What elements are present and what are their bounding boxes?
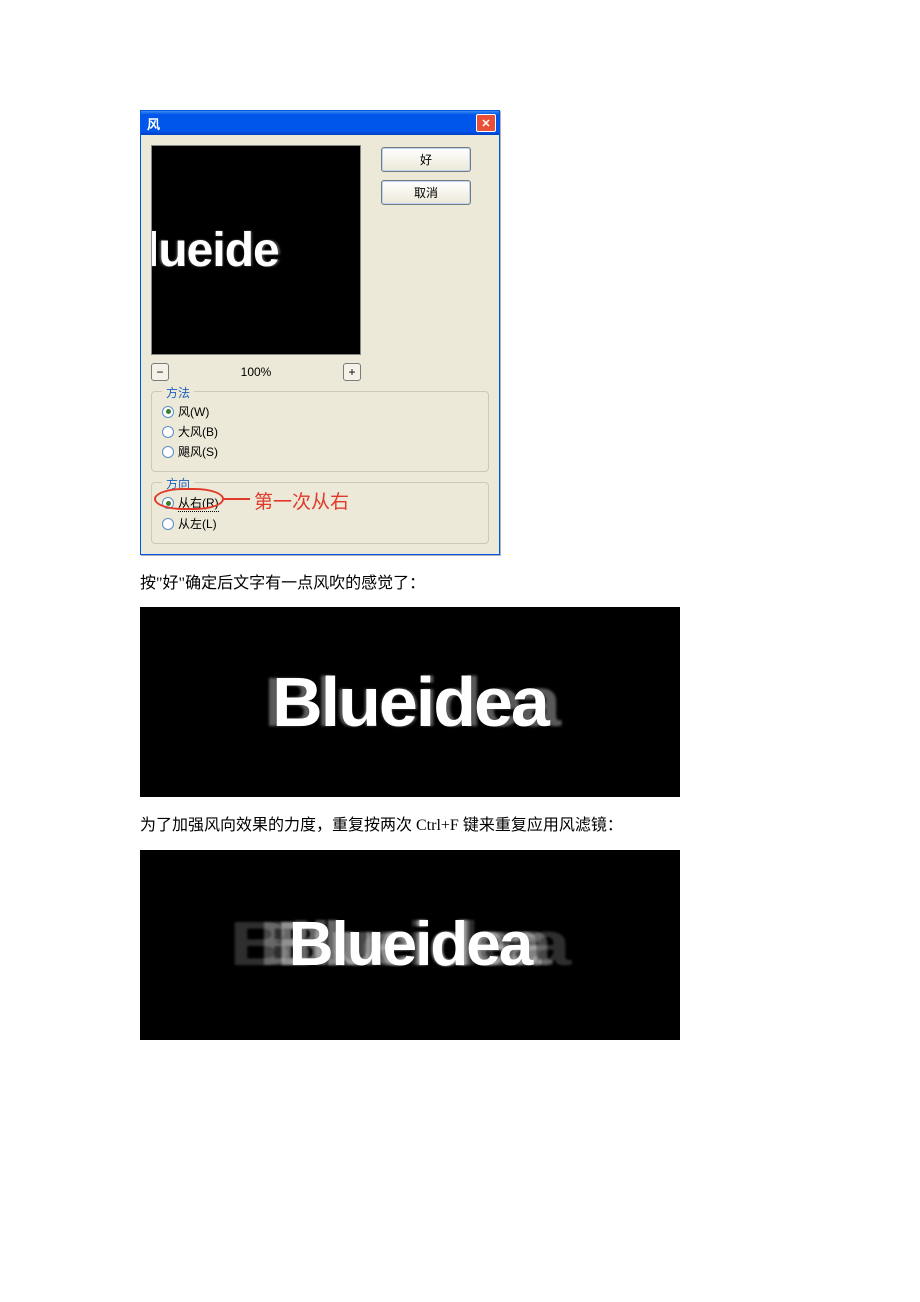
- zoom-in-button[interactable]: +: [343, 363, 361, 381]
- button-column: 好 取消: [381, 145, 489, 381]
- zoom-out-button[interactable]: −: [151, 363, 169, 381]
- result-text-2: Blueidea Blueidea Blueidea Blueidea: [289, 909, 531, 980]
- radio-blast[interactable]: 大风(B): [162, 423, 478, 440]
- zoom-controls: − 100% +: [151, 363, 361, 381]
- close-button[interactable]: ✕: [476, 114, 496, 132]
- radio-label: 大风(B): [178, 423, 218, 440]
- ok-button[interactable]: 好: [381, 147, 471, 172]
- result-image-2: Blueidea Blueidea Blueidea Blueidea: [140, 850, 680, 1040]
- dialog-body: lueide − 100% + 好 取消: [141, 135, 499, 391]
- radio-from-left[interactable]: 从左(L): [162, 515, 478, 532]
- radio-label: 飓风(S): [178, 443, 218, 460]
- direction-fieldset: 方向 从右(R) 从左(L) 第一次从右: [151, 482, 489, 544]
- radio-icon: [162, 518, 174, 530]
- radio-stagger[interactable]: 飓风(S): [162, 443, 478, 460]
- result-image-1: Blueidea: [140, 607, 680, 797]
- minus-icon: −: [156, 365, 163, 379]
- radio-wind[interactable]: 风(W): [162, 403, 478, 420]
- method-fieldset: 方法 风(W) 大风(B) 飓风(S): [151, 391, 489, 472]
- preview-column: lueide − 100% +: [151, 145, 371, 381]
- close-icon: ✕: [481, 117, 490, 130]
- wind-filter-dialog: 风 ✕ lueide − 100% + 好 取消 方法: [140, 110, 500, 555]
- radio-icon: [162, 446, 174, 458]
- preview-text: lueide: [151, 223, 279, 278]
- radio-from-right[interactable]: 从右(R): [162, 494, 478, 512]
- article-line-2: 为了加强风向效果的力度，重复按两次 Ctrl+F 键来重复应用风滤镜：: [140, 815, 780, 837]
- dialog-title: 风: [147, 114, 160, 133]
- plus-icon: +: [348, 365, 355, 379]
- method-legend: 方法: [162, 384, 194, 401]
- radio-label: 从右(R): [178, 494, 219, 512]
- radio-icon: [162, 406, 174, 418]
- radio-icon: [162, 426, 174, 438]
- cancel-button[interactable]: 取消: [381, 180, 471, 205]
- preview-canvas: lueide: [151, 145, 361, 355]
- streak-3: Blueidea: [277, 909, 539, 980]
- dialog-titlebar[interactable]: 风 ✕: [141, 111, 499, 135]
- direction-legend: 方向: [162, 475, 194, 492]
- result-text-1: Blueidea: [272, 662, 548, 742]
- radio-icon: [162, 497, 174, 509]
- radio-label: 风(W): [178, 403, 209, 420]
- zoom-value: 100%: [241, 365, 272, 379]
- article-line-1: 按"好"确定后文字有一点风吹的感觉了：: [140, 573, 780, 595]
- radio-label: 从左(L): [178, 515, 217, 532]
